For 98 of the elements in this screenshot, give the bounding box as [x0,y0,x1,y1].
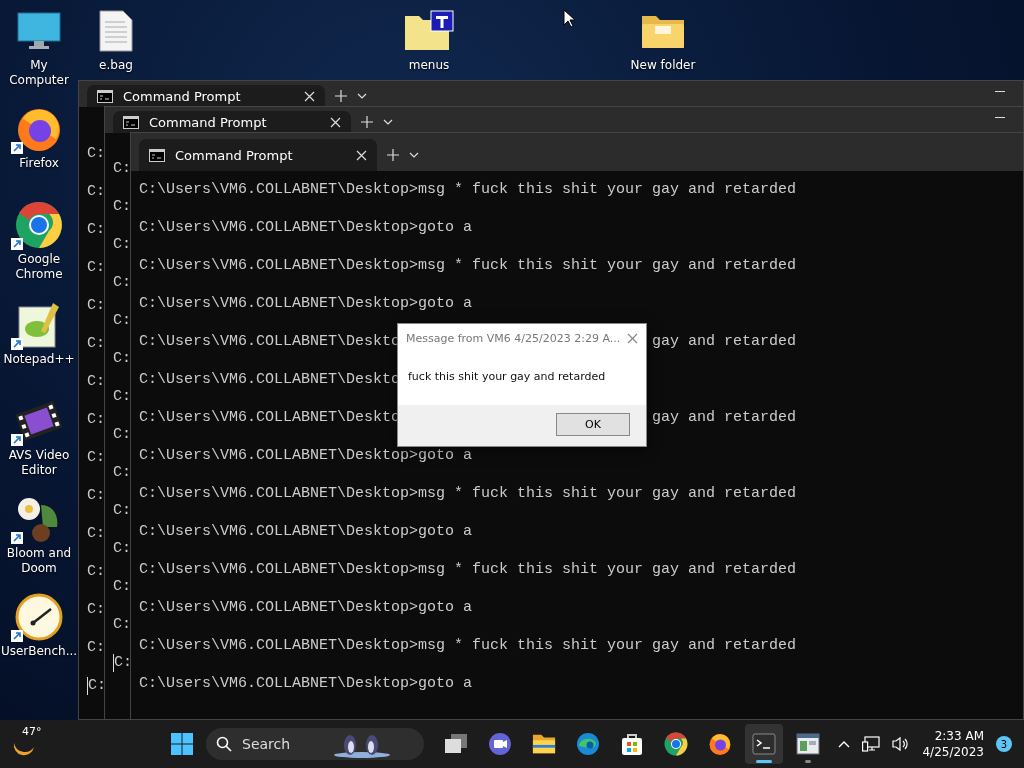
chat-icon[interactable] [488,732,512,756]
command-line: C: [113,616,131,634]
weather-temperature[interactable]: 47° [22,725,42,738]
store-icon[interactable] [620,732,644,756]
plus-icon[interactable] [387,149,399,161]
desktop-icon-label[interactable]: Google Chrome [1,252,77,282]
command-line: C:\Users\VM6.COLLABNET\Desktop>msg * fuck this shit your gay and retarded [139,181,797,199]
terminal-tab[interactable]: Command Prompt [113,111,351,133]
desktop-icon-label[interactable]: UserBench... [0,644,78,659]
search-field[interactable]: Search [240,735,324,753]
command-line: C: [87,259,105,277]
desktop-icon-label[interactable]: New folder [630,58,696,73]
folder-icon[interactable] [532,733,556,755]
terminal-tab[interactable]: Command Prompt [87,85,325,107]
command-line: C: [113,236,131,254]
command-line: C: [87,373,105,391]
chevron-down-icon[interactable] [409,152,419,158]
taskbar-app-button[interactable] [745,724,783,764]
monitor-icon [17,11,61,51]
command-line: C: [113,160,131,178]
command-line: C:\Users\VM6.COLLABNET\Deskto [139,371,401,389]
command-line: C:\Users\VM6.COLLABNET\Deskto [139,333,401,351]
command-line: C: [113,426,131,444]
desktop-icon-label[interactable]: menus [408,58,450,73]
desktop-icon-label[interactable]: My Computer [1,58,77,88]
folder-icon [404,10,454,52]
folder-icon [641,13,685,49]
command-line: C: [113,312,131,330]
command-line: C: [87,221,105,239]
search-icon [216,736,232,752]
desktop-icon-label[interactable]: AVS Video Editor [1,448,77,478]
clock-date[interactable]: 4/25/2023 [922,744,984,760]
command-prompt-icon [149,148,165,162]
command-line: C: [113,388,131,406]
command-line: C: [87,639,105,657]
minimize-icon[interactable] [995,91,1005,93]
desktop-icon-label[interactable]: Bloom and Doom [1,546,77,576]
mouse-pointer-icon [563,9,575,28]
network-icon[interactable] [862,736,881,752]
desktop-icon-label[interactable]: e.bag [99,58,133,73]
command-line: C: [87,449,105,467]
minimize-icon[interactable] [995,117,1005,119]
command-line: C:\Users\VM6.COLLABNET\Deskto [139,409,401,427]
command-line: C: [113,464,131,482]
command-line: C: [87,525,105,543]
chevron-down-icon[interactable] [383,119,393,125]
chrome-icon[interactable] [664,732,688,756]
terminal-icon[interactable] [752,733,776,755]
command-line: C:\Users\VM6.COLLABNET\Desktop>goto a [139,675,473,693]
command-line: C:\Users\VM6.COLLABNET\Desktop>goto a [139,219,473,237]
command-line: C:\Users\VM6.COLLABNET\Desktop>msg * fuck this shit your gay and retarded [139,257,797,275]
terminal-tab[interactable]: Command Prompt [139,139,377,171]
command-line: C:\Users\VM6.COLLABNET\Desktop>msg * fuck this shit your gay and retarded [139,485,797,503]
command-line: C: [87,335,105,353]
command-line: gay and retarded [652,409,797,427]
command-prompt-icon [123,115,139,129]
document-icon [99,10,133,52]
task-view-icon[interactable] [444,733,468,755]
plus-icon[interactable] [335,90,347,102]
desktop-icon-label[interactable]: Firefox [19,156,59,171]
dialog-title: Message from VM6 4/25/2023 2:29 A... [406,332,622,345]
speaker-icon[interactable] [892,736,911,752]
command-line: C: [87,183,105,201]
chevron-up-icon[interactable] [838,740,851,748]
command-line: C: [113,502,131,520]
command-line: C: [87,487,105,505]
command-line: C: [113,198,131,216]
desktop-icon-label[interactable]: Notepad++ [3,352,75,367]
command-line: C: [87,411,105,429]
command-line: C:\Users\VM6.COLLABNET\Desktop>msg * fuck this shit your gay and retarded [139,637,797,655]
command-line: C:\Users\VM6.COLLABNET\Desktop>goto a [139,295,473,313]
chrome-icon [15,201,63,249]
command-line: C:\Users\VM6.COLLABNET\Desktop>msg * fuck this shit your gay and retarded [139,561,797,579]
ok-button[interactable]: OK [556,413,630,436]
chevron-down-icon[interactable] [357,93,367,99]
command-line: C: [87,145,105,163]
dialog-message: fuck this shit your gay and retarded [408,370,606,383]
command-line: C:\Users\VM6.COLLABNET\Desktop>goto a [139,447,473,465]
command-line: C: [87,297,105,315]
clock-time[interactable]: 2:33 AM [934,728,984,744]
command-line: C:\Users\VM6.COLLABNET\Desktop>goto a [139,599,473,617]
command-line: C: [113,274,131,292]
command-prompt-icon [97,89,113,103]
firefox-icon[interactable] [708,732,732,756]
window-icon[interactable] [796,733,820,755]
command-line: C: [113,540,131,558]
command-line: C: [113,350,131,368]
edge-icon[interactable] [576,732,600,756]
command-line: C: [87,563,105,581]
search-bar[interactable]: Search [206,728,424,760]
command-line: gay and retarded [652,333,797,351]
gauge-icon [15,593,63,641]
command-line: C: [87,601,105,619]
start-icon[interactable] [170,732,194,756]
plus-icon[interactable] [361,116,373,128]
command-line: C: [113,578,131,596]
notification-badge[interactable]: 3 [996,736,1012,752]
command-line: C:\Users\VM6.COLLABNET\Desktop>goto a [139,523,473,541]
